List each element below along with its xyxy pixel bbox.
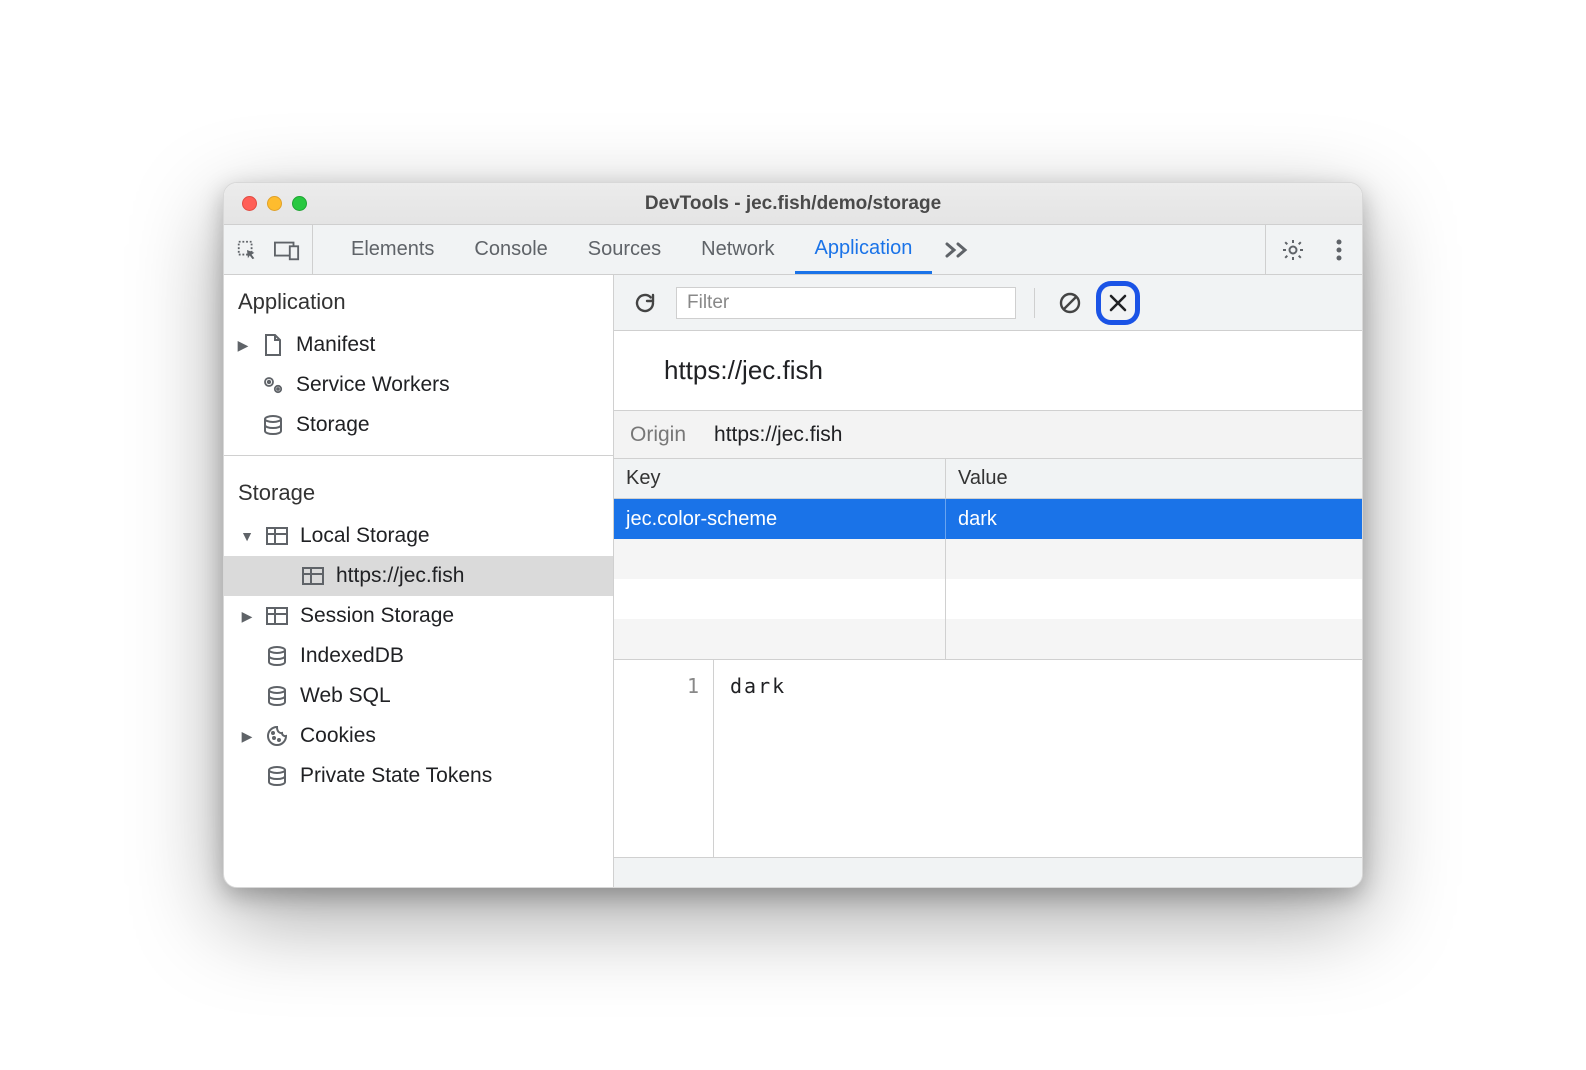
main-tabstrip: Elements Console Sources Network Applica… [224,225,1362,275]
window-title: DevTools - jec.fish/demo/storage [224,193,1362,215]
sidebar-section-application: Application [224,275,613,325]
sidebar-item-label: Service Workers [296,373,450,397]
filter-input[interactable] [676,287,1016,319]
traffic-lights [224,196,307,211]
device-toolbar-icon[interactable] [274,237,300,263]
sidebar-item-label: Web SQL [300,684,391,708]
preview-line-number: 1 [614,660,714,857]
toolbar-separator [1034,288,1035,318]
sidebar-item-label: IndexedDB [300,644,404,668]
table-header-row: Key Value [614,459,1362,499]
sidebar-item-service-workers[interactable]: Service Workers [224,365,613,405]
storage-toolbar [614,275,1362,331]
sidebar-item-websql[interactable]: Web SQL [224,676,613,716]
database-icon [264,643,290,669]
tab-elements[interactable]: Elements [331,225,454,274]
status-bar [614,857,1362,887]
clear-all-icon[interactable] [1053,286,1087,320]
gears-icon [260,372,286,398]
column-header-value[interactable]: Value [946,459,1362,498]
sidebar-item-label: Session Storage [300,604,454,628]
sidebar-item-cookies[interactable]: ▶ Cookies [224,716,613,756]
sidebar-item-label: Cookies [300,724,376,748]
column-header-key[interactable]: Key [614,459,946,498]
sidebar-divider [224,455,613,456]
database-icon [264,763,290,789]
document-icon [260,332,286,358]
tabs-overflow-button[interactable] [932,225,982,274]
tab-network[interactable]: Network [681,225,794,274]
cookie-icon [264,723,290,749]
zoom-window-button[interactable] [292,196,307,211]
inspect-element-icon[interactable] [234,237,260,263]
titlebar: DevTools - jec.fish/demo/storage [224,183,1362,225]
cell-value[interactable]: dark [946,499,1362,539]
close-window-button[interactable] [242,196,257,211]
database-icon [264,683,290,709]
table-row[interactable]: jec.color-scheme dark [614,499,1362,539]
sidebar-item-indexeddb[interactable]: IndexedDB [224,636,613,676]
preview-content: dark [714,660,1362,857]
database-icon [260,412,286,438]
origin-row: Origin https://jec.fish [614,411,1362,459]
table-icon [264,603,290,629]
tab-application[interactable]: Application [795,225,933,274]
storage-table: Key Value jec.color-scheme dark .. .. .. [614,459,1362,660]
chevron-right-icon: ▶ [240,608,254,625]
table-icon [300,563,326,589]
sidebar-section-storage: Storage [224,466,613,516]
origin-value: https://jec.fish [714,423,842,447]
sidebar-item-local-storage-origin[interactable]: https://jec.fish [224,556,613,596]
chevron-right-icon: ▶ [240,728,254,745]
sidebar-item-storage[interactable]: Storage [224,405,613,445]
table-row-empty[interactable]: .. [614,619,1362,659]
tab-console[interactable]: Console [454,225,567,274]
kebab-menu-icon[interactable] [1326,237,1352,263]
sidebar-item-private-state-tokens[interactable]: Private State Tokens [224,756,613,796]
refresh-icon[interactable] [628,286,662,320]
storage-detail-panel: https://jec.fish Origin https://jec.fish… [614,275,1362,887]
cell-key[interactable]: jec.color-scheme [614,499,946,539]
application-sidebar[interactable]: Application ▶ Manifest [224,275,614,887]
storage-origin-title: https://jec.fish [614,331,1362,411]
settings-gear-icon[interactable] [1280,237,1306,263]
chevron-down-icon: ▼ [240,528,254,544]
sidebar-item-label: Private State Tokens [300,764,492,788]
table-row-empty[interactable]: .. [614,539,1362,579]
sidebar-item-label: Local Storage [300,524,430,548]
chevron-right-icon: ▶ [236,337,250,354]
sidebar-item-session-storage[interactable]: ▶ Session Storage [224,596,613,636]
sidebar-item-label: https://jec.fish [336,564,464,588]
sidebar-item-manifest[interactable]: ▶ Manifest [224,325,613,365]
origin-label: Origin [614,423,714,447]
minimize-window-button[interactable] [267,196,282,211]
sidebar-item-label: Storage [296,413,370,437]
value-preview: 1 dark [614,660,1362,857]
delete-selected-icon[interactable] [1101,286,1135,320]
devtools-window: DevTools - jec.fish/demo/storage [223,182,1363,888]
sidebar-item-local-storage[interactable]: ▼ Local Storage [224,516,613,556]
table-row-empty[interactable]: .. [614,579,1362,619]
sidebar-item-label: Manifest [296,333,375,357]
tab-sources[interactable]: Sources [568,225,681,274]
table-icon [264,523,290,549]
